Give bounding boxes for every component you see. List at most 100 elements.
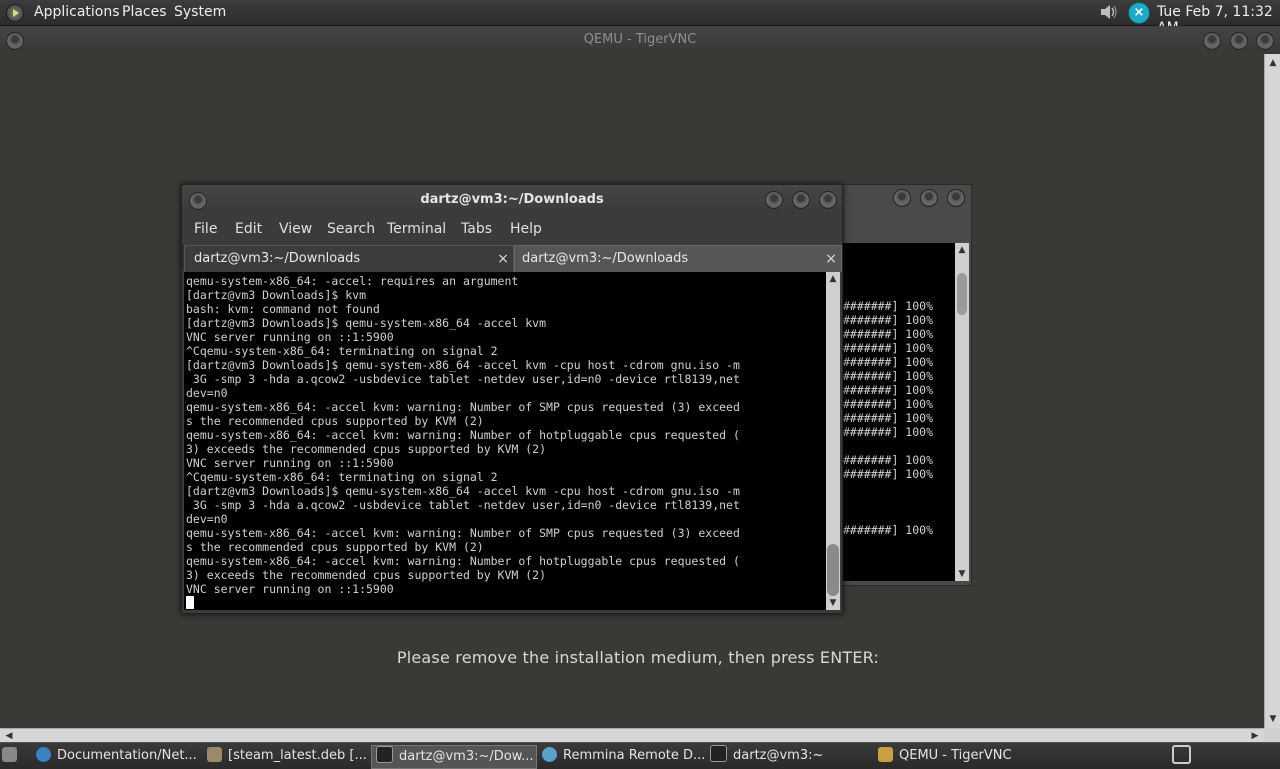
background-terminal-line: #######] 100% — [843, 299, 934, 313]
background-terminal-scrollbar[interactable]: ▲ ▼ — [955, 243, 969, 581]
scroll-right-arrow-icon[interactable]: ▶ — [1248, 729, 1262, 743]
background-terminal-line — [843, 439, 933, 453]
taskbar-item-chromium[interactable]: Documentation/Net... — [36, 745, 204, 767]
terminal-titlebar[interactable]: dartz@vm3:~/Downloads — [182, 185, 842, 215]
terminal-output-line: ^Cqemu-system-x86_64: terminating on sig… — [186, 344, 498, 358]
menu-search[interactable]: Search — [327, 221, 375, 237]
taskbar-item-tigervnc[interactable]: QEMU - TigerVNC — [878, 745, 1048, 767]
menu-file[interactable]: File — [194, 221, 217, 237]
vnc-maximize-button[interactable] — [1230, 32, 1248, 50]
vnc-window-titlebar[interactable]: QEMU - TigerVNC — [0, 26, 1280, 54]
remmina-icon — [542, 747, 557, 762]
back-terminal-minimize-button[interactable] — [893, 189, 911, 207]
background-terminal-line — [843, 509, 933, 523]
terminal-output-line: qemu-system-x86_64: -accel kvm: warning:… — [186, 526, 740, 540]
scrollbar-thumb[interactable] — [827, 544, 839, 596]
terminal-window[interactable]: dartz@vm3:~/Downloads File Edit View Sea… — [181, 184, 843, 614]
tab-close-icon[interactable]: × — [825, 246, 837, 272]
terminal-output-line: [dartz@vm3 Downloads]$ qemu-system-x86_6… — [186, 316, 547, 330]
terminal-tabbar: dartz@vm3:~/Downloads × dartz@vm3:~/Down… — [182, 245, 842, 272]
terminal-icon — [376, 746, 393, 763]
tigervnc-icon — [878, 747, 893, 762]
terminal-output-line: dev=n0 — [186, 512, 228, 526]
background-terminal-line: #######] 100% — [843, 453, 934, 467]
scroll-up-arrow-icon[interactable]: ▲ — [955, 243, 969, 257]
terminal-output-line: 3G -smp 3 -hda a.qcow2 -usbdevice tablet… — [186, 372, 740, 386]
terminal-tab-1[interactable]: dartz@vm3:~/Downloads × — [184, 245, 514, 272]
scroll-up-arrow-icon[interactable]: ▲ — [1266, 56, 1280, 70]
bottom-taskbar: Documentation/Net... [steam_latest.deb [… — [0, 742, 1280, 769]
menu-view[interactable]: View — [279, 221, 312, 237]
scrollbar-thumb[interactable] — [957, 273, 967, 315]
terminal-output-line: VNC server running on ::1:5900 — [186, 330, 394, 344]
taskbar-item-terminal-downloads[interactable]: dartz@vm3:~/Dow... — [371, 745, 537, 769]
vnc-horizontal-scrollbar[interactable]: ◀ ▶ — [0, 728, 1264, 743]
menu-edit[interactable]: Edit — [235, 221, 262, 237]
vnc-window-menu-button[interactable] — [6, 32, 24, 50]
archive-icon — [207, 747, 222, 762]
vnc-close-button[interactable] — [1256, 32, 1274, 50]
scroll-up-arrow-icon[interactable]: ▲ — [826, 272, 840, 286]
terminal-output-line: [dartz@vm3 Downloads]$ kvm — [186, 288, 367, 302]
system-menu[interactable]: System — [174, 4, 226, 20]
background-terminal-line: #######] 100% — [843, 397, 934, 411]
back-terminal-maximize-button[interactable] — [920, 189, 938, 207]
terminal-output-line: 3G -smp 3 -hda a.qcow2 -usbdevice tablet… — [186, 498, 740, 512]
terminal-cursor — [186, 596, 194, 609]
background-terminal-line: #######] 100% — [843, 411, 934, 425]
back-terminal-close-button[interactable] — [947, 189, 965, 207]
menu-terminal[interactable]: Terminal — [387, 221, 446, 237]
terminal-output-line: qemu-system-x86_64: -accel: requires an … — [186, 274, 519, 288]
background-terminal-output[interactable]: #######] 100% #######] 100% #######] 100% #… — [839, 243, 955, 581]
background-terminal-line — [843, 243, 933, 257]
terminal-output-line: ^Cqemu-system-x86_64: terminating on sig… — [186, 470, 498, 484]
terminal-tab-2[interactable]: dartz@vm3:~/Downloads × — [514, 245, 842, 272]
terminal-maximize-button[interactable] — [792, 191, 810, 209]
tab-label: dartz@vm3:~/Downloads — [522, 251, 689, 266]
workspace-icon — [1172, 745, 1191, 764]
background-terminal-line — [843, 495, 933, 509]
terminal-scrollbar[interactable]: ▲ ▼ — [826, 272, 840, 610]
scroll-down-arrow-icon[interactable]: ▼ — [955, 567, 969, 581]
applications-menu[interactable]: Applications — [34, 4, 120, 20]
menu-tabs[interactable]: Tabs — [461, 221, 492, 237]
vnc-vertical-scrollbar[interactable]: ▲ ▼ — [1264, 54, 1280, 728]
terminal-output-line: 3) exceeds the recommended cpus supporte… — [186, 568, 547, 582]
taskbar-item-terminal-home[interactable]: dartz@vm3:~ — [710, 745, 870, 767]
terminal-close-button[interactable] — [819, 191, 837, 209]
taskbar-item-archive[interactable]: [steam_latest.deb [... — [207, 745, 367, 767]
terminal-minimize-button[interactable] — [765, 191, 783, 209]
terminal-title: dartz@vm3:~/Downloads — [420, 192, 604, 207]
network-icon[interactable]: ⨯ — [1128, 2, 1150, 24]
background-terminal-line — [843, 271, 933, 285]
background-terminal-line: #######] 100% — [843, 425, 934, 439]
background-terminal-line: #######] 100% — [843, 523, 934, 537]
terminal-prompt-line[interactable] — [186, 596, 740, 610]
volume-icon[interactable] — [1100, 4, 1118, 20]
background-terminal-line — [843, 481, 933, 495]
terminal-icon — [710, 745, 727, 762]
scroll-down-arrow-icon[interactable]: ▼ — [826, 596, 840, 610]
applications-menu-icon[interactable] — [6, 4, 24, 22]
background-terminal-line: #######] 100% — [843, 467, 934, 481]
terminal-window-menu-button[interactable] — [189, 192, 207, 210]
taskbar-item-remmina[interactable]: Remmina Remote D... — [542, 745, 707, 767]
guest-installer-message: Please remove the installation medium, t… — [396, 648, 880, 667]
background-terminal-line: #######] 100% — [843, 369, 934, 383]
background-terminal-window[interactable]: #######] 100% #######] 100% #######] 100% #… — [838, 184, 972, 586]
scroll-down-arrow-icon[interactable]: ▼ — [1266, 712, 1280, 726]
terminal-output-line: [dartz@vm3 Downloads]$ qemu-system-x86_6… — [186, 358, 740, 372]
show-desktop-button[interactable] — [2, 745, 24, 767]
background-terminal-line: #######] 100% — [843, 327, 934, 341]
terminal-output[interactable]: qemu-system-x86_64: -accel: requires an … — [184, 272, 826, 610]
workspace-switcher[interactable] — [1172, 745, 1196, 767]
menu-help[interactable]: Help — [510, 221, 542, 237]
terminal-output-line: VNC server running on ::1:5900 — [186, 456, 394, 470]
places-menu[interactable]: Places — [122, 4, 167, 20]
background-terminal-line: #######] 100% — [843, 355, 934, 369]
terminal-output-line: 3) exceeds the recommended cpus supporte… — [186, 442, 547, 456]
tab-close-icon[interactable]: × — [497, 246, 509, 272]
background-terminal-line — [843, 285, 933, 299]
scroll-left-arrow-icon[interactable]: ◀ — [2, 729, 16, 743]
vnc-minimize-button[interactable] — [1203, 32, 1221, 50]
